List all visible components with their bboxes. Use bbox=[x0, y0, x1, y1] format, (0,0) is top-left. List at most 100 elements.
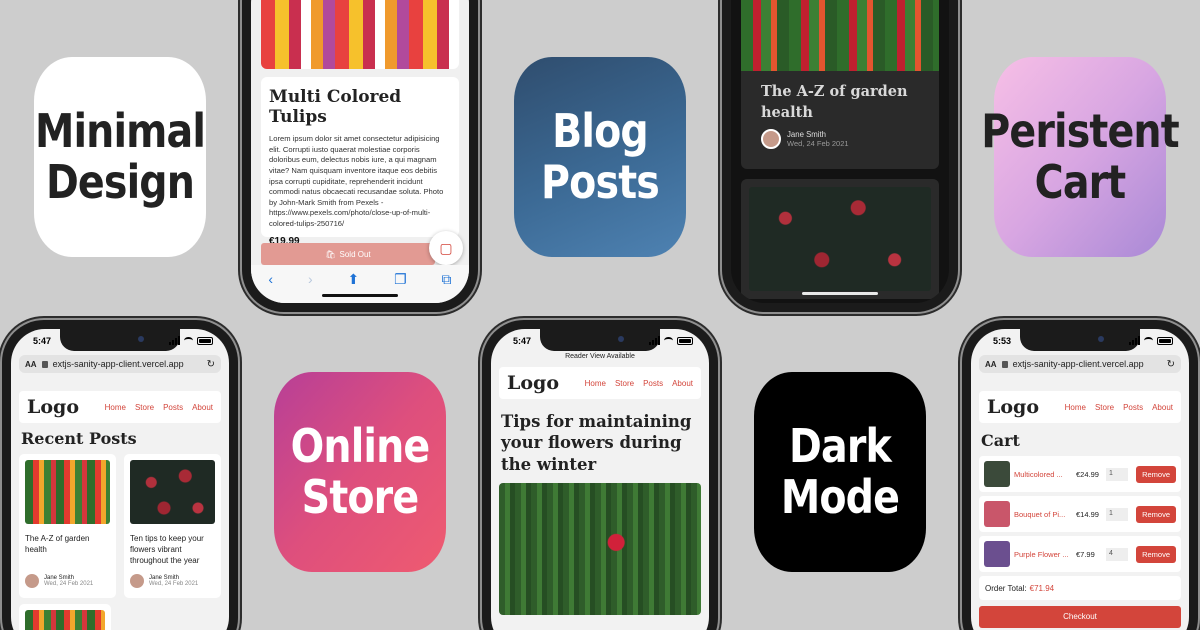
item-price: €14.99 bbox=[1076, 509, 1099, 519]
remove-button[interactable]: Remove bbox=[1136, 545, 1176, 563]
cart-heading: Cart bbox=[981, 431, 1020, 450]
article-title: Tips for maintaining your flowers during… bbox=[501, 412, 692, 474]
battery-icon bbox=[197, 336, 213, 345]
article-page: Logo Home Store Posts About Tips for mai… bbox=[499, 367, 701, 616]
nav-posts[interactable]: Posts bbox=[1123, 403, 1143, 412]
phone-screen: 5:53 AA extjs-sanity-app-client.vercel.a… bbox=[971, 329, 1189, 630]
nav-about[interactable]: About bbox=[1152, 403, 1173, 412]
nav-posts[interactable]: Posts bbox=[643, 379, 663, 388]
nav-about[interactable]: About bbox=[672, 379, 693, 388]
dark-post-card[interactable]: The A-Z of garden health Jane Smith Wed,… bbox=[741, 0, 939, 169]
reload-icon[interactable]: ↻ bbox=[207, 359, 215, 370]
tile-online-store: Online Store bbox=[274, 372, 446, 572]
tile-minimal-label: Minimal Design bbox=[34, 104, 206, 209]
cart-item: Purple Flower ... €7.99 4 Remove bbox=[979, 536, 1181, 572]
tile-blog-label: Blog Posts bbox=[541, 104, 660, 209]
post-title: Ten tips to keep your flowers vibrant th… bbox=[130, 534, 204, 565]
cart-bag-button[interactable]: ▢ bbox=[429, 231, 463, 265]
quantity-input[interactable]: 1 bbox=[1106, 467, 1128, 481]
address-bar[interactable]: AA extjs-sanity-app-client.vercel.app ↻ bbox=[19, 355, 221, 373]
url-text[interactable]: extjs-sanity-app-client.vercel.app bbox=[53, 359, 202, 369]
quantity-input[interactable]: 4 bbox=[1106, 547, 1128, 561]
post-title: The A-Z of garden health bbox=[25, 534, 90, 554]
nav-home[interactable]: Home bbox=[1065, 403, 1086, 412]
site-logo[interactable]: Logo bbox=[27, 396, 79, 418]
site-header: Logo Home Store Posts About bbox=[499, 367, 701, 399]
product-title: Multi Colored Tulips bbox=[269, 87, 402, 127]
home-indicator bbox=[802, 292, 878, 295]
status-bar: 5:53 bbox=[971, 336, 1189, 350]
forward-icon[interactable]: › bbox=[308, 271, 313, 287]
item-thumbnail bbox=[984, 461, 1010, 487]
tabs-icon[interactable]: ⧉ bbox=[442, 271, 452, 288]
url-text[interactable]: extjs-sanity-app-client.vercel.app bbox=[1013, 359, 1162, 369]
posts-grid: The A-Z of garden health Jane Smith Wed, … bbox=[19, 454, 221, 598]
signal-icon bbox=[649, 336, 660, 345]
phone-screen: Multi Colored Tulips Lorem ipsum dolor s… bbox=[251, 0, 469, 303]
post-date: Wed, 24 Feb 2021 bbox=[787, 139, 849, 149]
tile-cart-label: Peristent Cart bbox=[981, 104, 1179, 209]
phone-product: Multi Colored Tulips Lorem ipsum dolor s… bbox=[242, 0, 478, 312]
wifi-icon bbox=[1144, 337, 1153, 344]
post-image bbox=[741, 0, 939, 71]
nav-store[interactable]: Store bbox=[615, 379, 634, 388]
reader-aa-button[interactable]: AA bbox=[25, 360, 37, 369]
lock-icon bbox=[1001, 360, 1008, 368]
signal-icon bbox=[169, 336, 180, 345]
phone-cart: 5:53 AA extjs-sanity-app-client.vercel.a… bbox=[962, 320, 1198, 630]
sold-out-button[interactable]: 🛍︎ Sold Out bbox=[261, 243, 435, 265]
remove-button[interactable]: Remove bbox=[1136, 505, 1176, 523]
status-time: 5:47 bbox=[513, 336, 532, 346]
post-image bbox=[25, 460, 110, 524]
cart-item: Multicolored ... €24.99 1 Remove bbox=[979, 456, 1181, 492]
nav-posts[interactable]: Posts bbox=[163, 403, 183, 412]
reload-icon[interactable]: ↻ bbox=[1167, 359, 1175, 370]
quantity-input[interactable]: 1 bbox=[1106, 507, 1128, 521]
post-card[interactable]: The A-Z of garden health Jane Smith Wed, … bbox=[19, 454, 116, 598]
nav-store[interactable]: Store bbox=[135, 403, 154, 412]
status-time: 5:53 bbox=[993, 336, 1012, 346]
product-image bbox=[261, 0, 459, 69]
post-date: Wed, 24 Feb 2021 bbox=[44, 581, 94, 587]
cart-page: Logo Home Store Posts About Cart Multico… bbox=[979, 391, 1181, 628]
nav-links: Home Store Posts About bbox=[105, 403, 213, 412]
nav-home[interactable]: Home bbox=[585, 379, 606, 388]
status-bar: 5:47 bbox=[11, 336, 229, 350]
checkout-button[interactable]: Checkout bbox=[979, 606, 1181, 628]
avatar bbox=[25, 574, 39, 588]
lock-icon bbox=[41, 360, 48, 368]
tile-minimal-design: Minimal Design bbox=[34, 57, 206, 257]
battery-icon bbox=[1157, 336, 1173, 345]
avatar bbox=[761, 129, 781, 150]
order-total-label: Order Total: bbox=[985, 583, 1027, 593]
site-logo[interactable]: Logo bbox=[987, 396, 1039, 418]
site-logo[interactable]: Logo bbox=[507, 372, 559, 394]
item-name[interactable]: Purple Flower ... bbox=[1014, 550, 1072, 559]
item-thumbnail bbox=[984, 541, 1010, 567]
reader-view-banner[interactable]: Reader View Available bbox=[491, 353, 709, 360]
tile-dark-label: Dark Mode bbox=[780, 419, 900, 524]
item-name[interactable]: Bouquet of Pi... bbox=[1014, 510, 1072, 519]
nav-home[interactable]: Home bbox=[105, 403, 126, 412]
post-author: Jane Smith Wed, 24 Feb 2021 bbox=[741, 123, 939, 150]
site-header: Logo Home Store Posts About bbox=[19, 391, 221, 423]
share-icon[interactable]: ⬆︎ bbox=[347, 271, 359, 288]
address-bar[interactable]: AA extjs-sanity-app-client.vercel.app ↻ bbox=[979, 355, 1181, 373]
bookmarks-icon[interactable]: ❐ bbox=[394, 271, 407, 288]
back-icon[interactable]: ‹ bbox=[268, 271, 273, 287]
post-card[interactable]: Ten tips to keep your flowers vibrant th… bbox=[124, 454, 221, 598]
post-card[interactable] bbox=[19, 604, 111, 630]
bag-icon: 🛍︎ bbox=[325, 249, 336, 259]
order-total-value: €71.94 bbox=[1029, 583, 1055, 593]
remove-button[interactable]: Remove bbox=[1136, 465, 1176, 483]
nav-about[interactable]: About bbox=[192, 403, 213, 412]
product-card: Multi Colored Tulips Lorem ipsum dolor s… bbox=[261, 77, 459, 247]
dark-post-card-2[interactable] bbox=[741, 179, 939, 299]
reader-aa-button[interactable]: AA bbox=[985, 360, 997, 369]
nav-store[interactable]: Store bbox=[1095, 403, 1114, 412]
nav-links: Home Store Posts About bbox=[585, 379, 693, 388]
phone-screen: 5:47 AA extjs-sanity-app-client.vercel.a… bbox=[11, 329, 229, 630]
phone-screen: 5:47 Reader View Available Logo Home Sto… bbox=[491, 329, 709, 630]
item-name[interactable]: Multicolored ... bbox=[1014, 470, 1072, 479]
shopping-bag-icon: ▢ bbox=[439, 239, 453, 256]
